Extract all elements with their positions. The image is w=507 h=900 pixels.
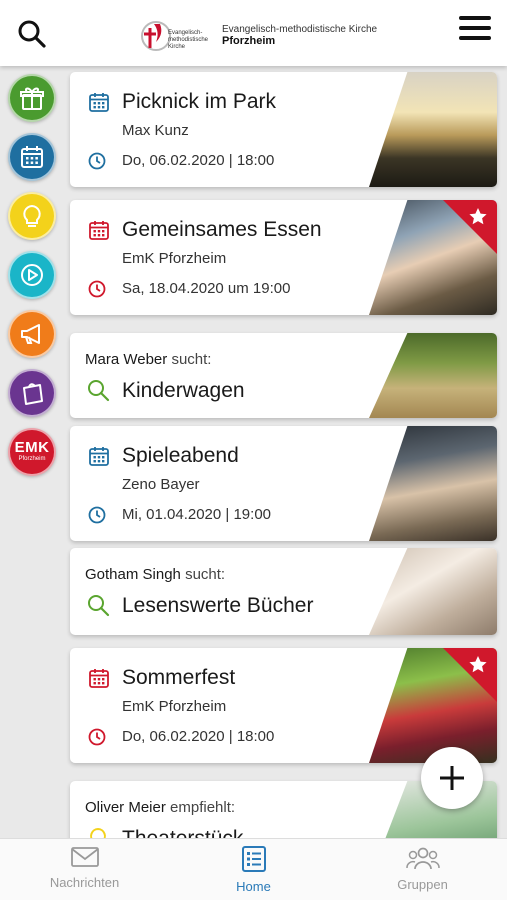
clock-icon [88,506,106,524]
emk-badge-label: EMK [14,439,50,456]
event-date: Do, 06.02.2020 | 18:00 [122,728,275,745]
calendar-icon [89,93,109,112]
category-sidebar: EMK Pforzheim [8,74,58,487]
hamburger-menu-button[interactable] [459,16,491,44]
logo-line1: Evangelisch-methodistische Kirche [222,23,378,35]
calendar-icon [89,669,109,688]
action-verb: sucht: [171,351,212,368]
recommend-author: Oliver Meier empfiehlt: [85,799,235,816]
category-offer-button[interactable] [8,369,56,417]
emk-badge-sublabel: Pforzheim [18,456,46,462]
group-icon [405,847,440,870]
category-calendar-button[interactable] [8,133,56,181]
plus-icon [440,766,464,790]
searched-item: Kinderwagen [122,379,245,402]
event-organizer: Zeno Bayer [122,476,200,493]
svg-text:Evangelisch-: Evangelisch- [168,30,202,36]
mail-icon [70,847,99,867]
featured-star-icon [443,200,497,254]
nav-home[interactable]: Home [169,845,338,894]
calendar-icon [21,146,43,168]
search-card[interactable]: Mara Weber sucht: Kinderwagen [70,333,497,418]
app-header: Evangelisch- methodistische Kirche Evang… [0,0,507,66]
search-author: Gotham Singh sucht: [85,566,225,583]
lightbulb-icon [23,204,41,227]
menu-bar [459,26,491,30]
megaphone-icon [21,324,40,344]
featured-star-icon [443,648,497,702]
event-title: Gemeinsames Essen [122,218,322,241]
event-title: Spieleabend [122,444,239,467]
home-list-icon [241,846,266,872]
search-photo-family [369,333,497,418]
event-organizer: EmK Pforzheim [122,698,227,715]
event-card[interactable]: Spieleabend Zeno Bayer Mi, 01.04.2020 | … [70,426,497,541]
event-date: Do, 06.02.2020 | 18:00 [122,152,275,169]
event-photo-park [369,72,497,187]
menu-bar [459,36,491,40]
event-card[interactable]: Picknick im Park Max Kunz Do, 06.02.2020… [70,72,497,187]
clock-icon [88,728,106,746]
event-title: Sommerfest [122,666,236,689]
event-organizer: Max Kunz [122,122,189,139]
search-author: Mara Weber sucht: [85,351,211,368]
category-media-button[interactable] [8,251,56,299]
event-card[interactable]: Sommerfest EmK Pforzheim Do, 06.02.2020 … [70,648,497,763]
event-photo-chess [369,426,497,541]
author-name: Oliver Meier [85,799,166,816]
event-card[interactable]: Gemeinsames Essen EmK Pforzheim Sa, 18.0… [70,200,497,315]
gift-icon [20,87,44,110]
magnifier-icon [88,595,110,617]
nav-messages[interactable]: Nachrichten [0,845,169,890]
searched-item: Lesenswerte Bücher [122,594,314,617]
category-gift-button[interactable] [8,74,56,122]
clock-icon [88,152,106,170]
bag-icon [23,383,43,405]
nav-groups-label: Gruppen [397,877,448,892]
nav-messages-label: Nachrichten [49,875,120,890]
logo-mark: Evangelisch- methodistische Kirche [138,18,214,54]
search-icon [18,20,46,48]
search-card[interactable]: Gotham Singh sucht: Lesenswerte Bücher [70,548,497,635]
category-announcement-button[interactable] [8,310,56,358]
event-organizer: EmK Pforzheim [122,250,227,267]
category-idea-button[interactable] [8,192,56,240]
author-name: Mara Weber [85,351,168,368]
event-date: Sa, 18.04.2020 um 19:00 [122,280,291,297]
event-title: Picknick im Park [122,90,277,113]
bottom-navigation: Nachrichten Home Gruppen [0,838,507,900]
search-photo-book [369,548,497,635]
calendar-icon [89,447,109,466]
magnifier-icon [88,380,110,402]
add-post-button[interactable] [421,747,483,809]
clock-icon [88,280,106,298]
event-date: Mi, 01.04.2020 | 19:00 [122,506,272,523]
svg-text:methodistische: methodistische [168,37,209,43]
svg-text:Kirche: Kirche [168,44,186,50]
calendar-icon [89,221,109,240]
action-verb: empfiehlt: [170,799,236,816]
author-name: Gotham Singh [85,566,181,583]
category-emk-button[interactable]: EMK Pforzheim [8,428,56,476]
action-verb: sucht: [185,566,226,583]
nav-groups[interactable]: Gruppen [338,845,507,892]
logo-line2: Pforzheim [222,35,276,48]
play-icon [21,264,43,286]
menu-bar [459,16,491,20]
church-logo: Evangelisch- methodistische Kirche Evang… [138,18,377,54]
nav-home-label: Home [236,879,271,894]
search-button[interactable] [16,18,48,50]
